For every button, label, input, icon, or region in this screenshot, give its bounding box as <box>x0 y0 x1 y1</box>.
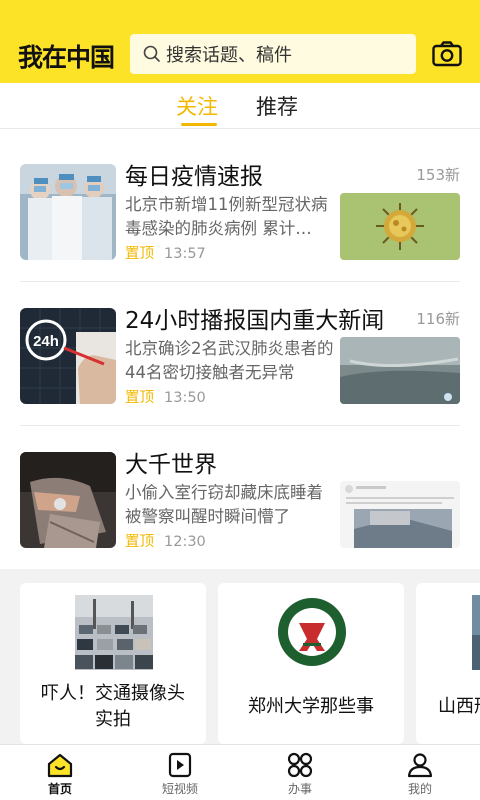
university-seal-image <box>273 595 351 670</box>
shanxi-image <box>472 595 480 670</box>
pinned-tag: 置顶 <box>125 534 154 550</box>
list-item[interactable]: 大千世界 小偷入室行窃却藏床底睡着被警察叫醒时瞬间懵了 置顶 12:30 <box>0 439 480 583</box>
feed-tabs: 关注 推荐 <box>0 83 480 129</box>
item-description: 北京市新增11例新型冠状病毒感染的肺炎病例 累计… <box>125 195 328 238</box>
virus-image <box>340 193 460 260</box>
topic-card-zzu[interactable]: 郑州大学那些事 <box>218 583 404 744</box>
24h-text: 24h <box>33 333 59 350</box>
nav-label: 短视频 <box>161 782 198 796</box>
item-time: 13:50 <box>164 390 206 406</box>
topic-card-traffic[interactable]: 吓人！交通摄像头实拍 <box>20 583 206 744</box>
item-time: 13:57 <box>164 246 206 262</box>
home-icon <box>47 753 73 778</box>
list-item[interactable]: 每日疫情速报 153新 北京市新增11例新型冠状病毒感染的肺炎病例 累计… 置顶… <box>0 151 480 295</box>
arrest-thumbnail <box>20 452 116 548</box>
list-item[interactable]: 24h 24小时播报国内重大新闻 116新 北京确诊2名武汉肺炎患者的44名密切… <box>0 295 480 439</box>
item-meta: 置顶 13:50 <box>125 386 206 407</box>
nav-label: 我的 <box>407 782 432 796</box>
topic-cards: 吓人！交通摄像头实拍 郑州大学那些事 山西形 <box>0 570 480 744</box>
item-title: 24小时播报国内重大新闻 <box>125 308 385 334</box>
search-bar[interactable]: 搜索话题、稿件 <box>130 34 416 74</box>
nav-home[interactable]: 首页 <box>0 745 120 800</box>
tab-active-indicator <box>181 123 217 126</box>
nav-video[interactable]: 短视频 <box>120 745 240 800</box>
item-meta: 置顶 12:30 <box>125 530 206 551</box>
feed-list: 每日疫情速报 153新 北京市新增11例新型冠状病毒感染的肺炎病例 累计… 置顶… <box>0 129 480 569</box>
card-label: 吓人！交通摄像头实拍 <box>41 683 185 730</box>
camera-icon[interactable] <box>431 38 463 70</box>
news-scene-image <box>340 337 460 404</box>
item-description: 小偷入室行窃却藏床底睡着被警察叫醒时瞬间懵了 <box>125 483 323 526</box>
item-title: 大千世界 <box>125 452 217 478</box>
grid-icon <box>287 752 313 778</box>
news-screenshot-image <box>340 481 460 548</box>
card-label: 郑州大学那些事 <box>248 696 374 717</box>
divider <box>20 281 460 282</box>
nav-label: 办事 <box>287 782 312 796</box>
bottom-nav: 首页 短视频 办事 我的 <box>0 744 480 800</box>
top-header: 我在中国 搜索话题、稿件 <box>0 0 480 83</box>
nav-services[interactable]: 办事 <box>240 745 360 800</box>
traffic-jam-image <box>75 595 153 670</box>
search-placeholder: 搜索话题、稿件 <box>166 45 292 66</box>
tab-recommend[interactable]: 推荐 <box>256 91 298 121</box>
pinned-tag: 置顶 <box>125 390 154 406</box>
app-logo: 我在中国 <box>18 43 115 72</box>
new-count-badge: 116新 <box>416 310 460 328</box>
search-icon <box>143 45 160 62</box>
nav-label: 首页 <box>47 782 72 796</box>
new-count-badge: 153新 <box>416 166 460 184</box>
topic-card-shanxi[interactable]: 山西形 <box>416 583 480 744</box>
nav-profile[interactable]: 我的 <box>360 745 480 800</box>
divider <box>20 425 460 426</box>
item-description: 北京确诊2名武汉肺炎患者的44名密切接触者无异常 <box>125 339 334 382</box>
item-title: 每日疫情速报 <box>125 164 263 190</box>
tab-follow[interactable]: 关注 <box>176 91 218 121</box>
24h-clock-thumbnail: 24h <box>20 308 116 404</box>
play-icon <box>168 752 192 778</box>
user-icon <box>407 753 433 778</box>
card-label: 山西形 <box>438 696 480 717</box>
app-screen: 我在中国 搜索话题、稿件 关注 推荐 每日疫情速报 153新 北京市新增11例新… <box>0 0 480 800</box>
pinned-tag: 置顶 <box>125 246 154 262</box>
item-time: 12:30 <box>164 534 206 550</box>
item-meta: 置顶 13:57 <box>125 242 206 263</box>
medical-team-thumbnail <box>20 164 116 260</box>
